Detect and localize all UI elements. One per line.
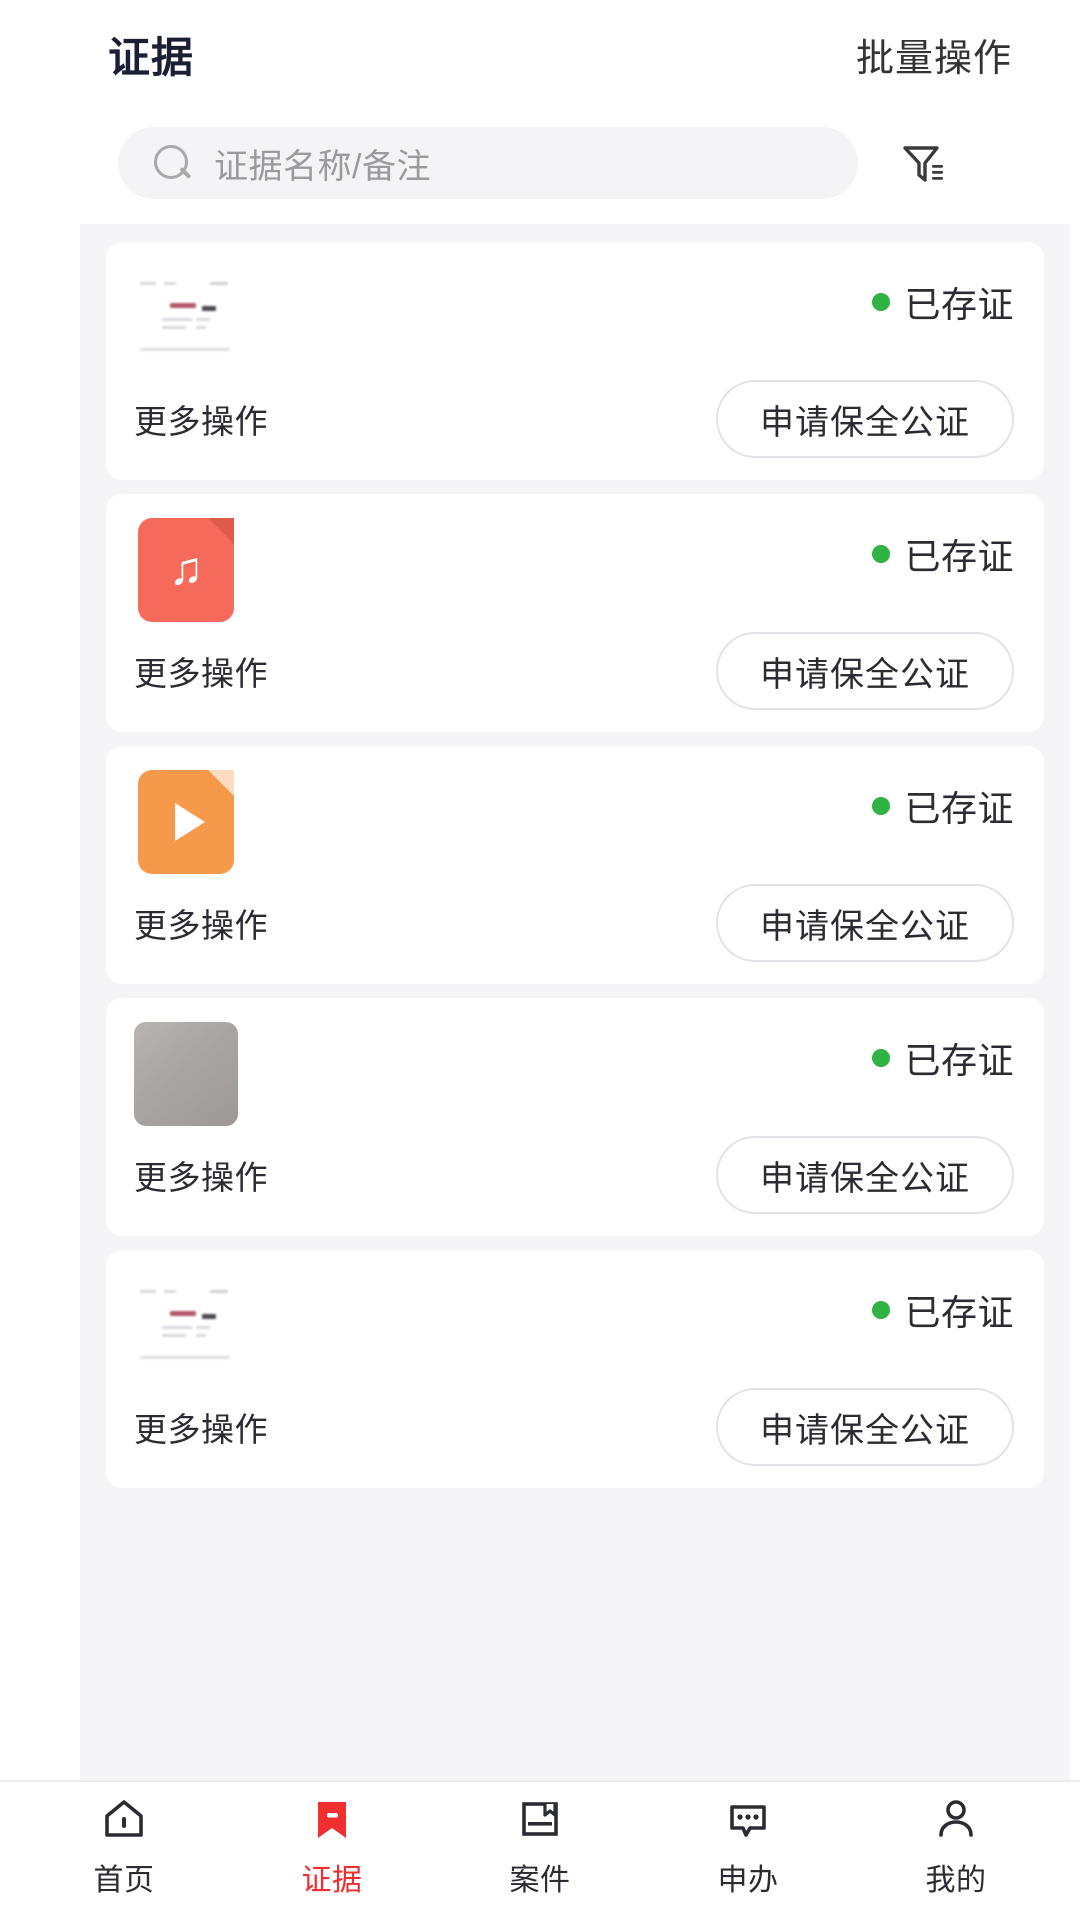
music-note-icon: ♫ (168, 542, 204, 594)
apply-notarization-button[interactable]: 申请保全公证 (716, 1388, 1014, 1466)
evidence-card[interactable]: 已存证 更多操作 申请保全公证 (106, 1250, 1044, 1488)
status-badge: 已存证 (872, 1022, 1014, 1084)
card-top: 已存证 (134, 1022, 1014, 1126)
apply-notarization-button[interactable]: 申请保全公证 (716, 884, 1014, 962)
audio-file-icon: ♫ (138, 518, 234, 622)
card-bottom: 更多操作 申请保全公证 (134, 622, 1014, 710)
status-badge: 已存证 (872, 518, 1014, 580)
evidence-card[interactable]: 已存证 更多操作 申请保全公证 (106, 242, 1044, 480)
card-top: 已存证 (134, 266, 1014, 370)
status-dot-icon (872, 293, 891, 311)
page-title: 证据 (108, 33, 195, 81)
status-badge: 已存证 (872, 266, 1014, 328)
app-header: 证据 批量操作 (0, 0, 1080, 108)
thumbnail[interactable] (134, 770, 238, 874)
photo-thumbnail (134, 1022, 238, 1126)
search-input[interactable]: 证据名称/备注 (118, 127, 858, 199)
play-triangle-icon (175, 803, 205, 841)
bookmark-icon (307, 1793, 357, 1845)
card-bottom: 更多操作 申请保全公证 (134, 874, 1014, 962)
status-label: 已存证 (904, 1292, 1014, 1333)
apply-notarization-button[interactable]: 申请保全公证 (716, 380, 1014, 458)
tab-mine[interactable]: 我的 (876, 1793, 1036, 1899)
status-dot-icon (872, 1049, 891, 1067)
evidence-info (258, 770, 852, 776)
evidence-list[interactable]: 已存证 更多操作 申请保全公证 ♫ 已存证 更多操作 申请保全公证 已存证 更多… (80, 224, 1070, 1780)
batch-operation-button[interactable]: 批量操作 (856, 27, 1012, 82)
thumbnail[interactable] (134, 1274, 238, 1378)
more-operations-button[interactable]: 更多操作 (134, 395, 268, 443)
evidence-card[interactable]: 已存证 更多操作 申请保全公证 (106, 998, 1044, 1236)
status-badge: 已存证 (872, 1274, 1014, 1336)
page-fold-corner (208, 518, 234, 544)
evidence-info (258, 266, 852, 272)
filter-button[interactable] (888, 128, 958, 198)
status-label: 已存证 (904, 536, 1014, 577)
evidence-info (258, 518, 852, 524)
more-operations-button[interactable]: 更多操作 (134, 1151, 268, 1199)
tab-label: 申办 (717, 1864, 779, 1897)
status-label: 已存证 (904, 788, 1014, 829)
tab-home[interactable]: 首页 (44, 1793, 204, 1899)
tab-apply[interactable]: 申办 (668, 1793, 828, 1899)
document-thumbnail (134, 266, 238, 370)
evidence-card[interactable]: 已存证 更多操作 申请保全公证 (106, 746, 1044, 984)
card-bottom: 更多操作 申请保全公证 (134, 1126, 1014, 1214)
search-placeholder: 证据名称/备注 (214, 147, 431, 186)
bottom-tab-bar: 首页 证据 案件 申办 我的 (0, 1780, 1080, 1920)
more-operations-button[interactable]: 更多操作 (134, 1403, 268, 1451)
thumbnail[interactable]: ♫ (134, 518, 238, 622)
status-dot-icon (872, 1301, 891, 1319)
search-icon (152, 143, 192, 183)
page-fold-corner (208, 770, 234, 796)
card-top: 已存证 (134, 770, 1014, 874)
evidence-card[interactable]: ♫ 已存证 更多操作 申请保全公证 (106, 494, 1044, 732)
card-bottom: 更多操作 申请保全公证 (134, 1378, 1014, 1466)
search-row: 证据名称/备注 (0, 108, 1080, 218)
tab-label: 案件 (509, 1864, 571, 1897)
status-badge: 已存证 (872, 770, 1014, 832)
status-label: 已存证 (904, 284, 1014, 325)
evidence-list-screen: 证据 批量操作 证据名称/备注 已存证 更多操作 申请保全公证 ♫ 已存证 更多… (0, 0, 1080, 1920)
home-icon (99, 1793, 149, 1845)
apply-notarization-button[interactable]: 申请保全公证 (716, 1136, 1014, 1214)
person-icon (931, 1793, 981, 1845)
card-bottom: 更多操作 申请保全公证 (134, 370, 1014, 458)
card-top: 已存证 (134, 1274, 1014, 1378)
apply-notarization-button[interactable]: 申请保全公证 (716, 632, 1014, 710)
tab-evidence[interactable]: 证据 (252, 1793, 412, 1899)
status-dot-icon (872, 545, 891, 563)
card-top: ♫ 已存证 (134, 518, 1014, 622)
status-dot-icon (872, 797, 891, 815)
evidence-info (258, 1274, 852, 1280)
evidence-info (258, 1022, 852, 1028)
case-folder-icon (515, 1793, 565, 1845)
tab-label: 我的 (925, 1864, 987, 1897)
document-thumbnail (134, 1274, 238, 1378)
chat-bubble-icon (723, 1793, 773, 1845)
more-operations-button[interactable]: 更多操作 (134, 647, 268, 695)
thumbnail[interactable] (134, 1022, 238, 1126)
video-file-icon (138, 770, 234, 874)
tab-label: 证据 (301, 1864, 363, 1897)
filter-funnel-icon (903, 146, 943, 182)
more-operations-button[interactable]: 更多操作 (134, 899, 268, 947)
status-label: 已存证 (904, 1040, 1014, 1081)
thumbnail[interactable] (134, 266, 238, 370)
tab-label: 首页 (93, 1864, 155, 1897)
tab-case[interactable]: 案件 (460, 1793, 620, 1899)
